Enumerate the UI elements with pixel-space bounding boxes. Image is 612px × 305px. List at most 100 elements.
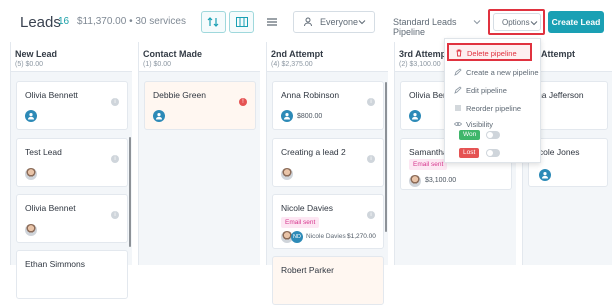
column-summary: (5) $0.00	[15, 61, 44, 68]
menu-label: Reorder pipeline	[466, 104, 522, 113]
pipeline-column-new-lead: New Lead (5) $0.00 Olivia Bennett i Test…	[10, 42, 132, 299]
pipeline-select[interactable]: Standard Leads Pipeline	[386, 11, 482, 37]
create-pipeline-item[interactable]: Create a new pipeline	[445, 63, 542, 81]
pipeline-column-2nd-attempt: 2nd Attempt (4) $2,375.00 Anna Robinson …	[266, 42, 388, 305]
page-title: Leads	[20, 14, 61, 31]
pipeline-select-value: Standard Leads Pipeline	[393, 17, 457, 37]
alert-icon[interactable]: !	[239, 98, 247, 106]
lead-name: Test Lead	[25, 147, 62, 157]
pencil-icon	[454, 68, 462, 76]
column-header: Contact Made (1) $0.00	[139, 42, 260, 72]
won-badge: Won	[459, 130, 481, 140]
status-badge: Email sent	[409, 159, 448, 170]
lead-name: Olivia Bennett	[25, 90, 78, 100]
column-summary: (4) $2,375.00	[271, 61, 313, 68]
user-avatar	[409, 110, 421, 122]
lead-card[interactable]: Anna Robinson i $800.00	[272, 81, 384, 130]
person-icon	[412, 113, 418, 120]
lead-card[interactable]: Test Lead i	[16, 138, 128, 187]
eye-icon	[454, 121, 462, 127]
lead-name: Debbie Green	[153, 90, 206, 100]
person-icon	[156, 113, 162, 120]
lead-name: Nicole Davies	[281, 203, 333, 213]
info-icon[interactable]: i	[111, 211, 119, 219]
lead-value: $800.00	[297, 113, 323, 120]
info-icon[interactable]: i	[367, 211, 375, 219]
trash-icon	[456, 49, 462, 57]
column-scrollbar[interactable]	[385, 82, 387, 232]
owner-initials-avatar: ND	[291, 231, 303, 243]
chevron-down-icon	[530, 21, 538, 26]
options-highlight: Options	[488, 9, 545, 35]
chevron-down-icon	[358, 20, 366, 25]
lead-owner: Nicole Davies	[306, 233, 346, 240]
info-icon[interactable]: i	[367, 98, 375, 106]
lead-value: $1,270.00	[347, 233, 376, 240]
owner-filter-select[interactable]: Everyone	[293, 11, 375, 33]
user-avatar	[539, 169, 551, 181]
avatar	[409, 175, 421, 187]
column-header: New Lead (5) $0.00	[11, 42, 132, 72]
delete-pipeline-item[interactable]: Delete pipeline	[447, 43, 532, 61]
column-title: New Lead	[15, 49, 58, 59]
board-view-button[interactable]	[229, 11, 254, 33]
avatar	[25, 168, 37, 180]
person-icon	[284, 113, 290, 120]
lead-name: Creating a lead 2	[281, 147, 346, 157]
lead-name: Anna Robinson	[281, 90, 340, 100]
reorder-icon	[455, 105, 461, 111]
lost-badge: Lost	[459, 148, 480, 158]
list-icon	[267, 18, 277, 26]
chevron-down-icon	[473, 20, 481, 25]
lead-card[interactable]: Debbie Green !	[144, 81, 256, 130]
column-title: 2nd Attempt	[271, 49, 324, 59]
user-avatar	[25, 110, 37, 122]
lost-toggle[interactable]	[486, 149, 500, 157]
options-menu: Delete pipeline Create a new pipeline Ed…	[444, 38, 541, 163]
menu-label: Visibility	[466, 120, 493, 129]
lead-name: Ethan Simmons	[25, 259, 85, 269]
menu-label: Edit pipeline	[466, 86, 507, 95]
column-title: Contact Made	[143, 49, 203, 59]
lead-card[interactable]: Creating a lead 2 i	[272, 138, 384, 187]
lead-card[interactable]: Robert Parker	[272, 256, 384, 305]
lead-name: Robert Parker	[281, 265, 334, 275]
avatar	[281, 168, 293, 180]
info-icon[interactable]: i	[111, 155, 119, 163]
column-scrollbar[interactable]	[129, 137, 131, 247]
create-lead-button[interactable]: Create Lead	[548, 11, 604, 33]
kanban-icon	[236, 17, 248, 27]
lead-count: 16	[58, 16, 70, 27]
column-title: 3rd Attempt	[399, 49, 450, 59]
lead-card[interactable]: Olivia Bennet i	[16, 194, 128, 243]
owner-filter-value: Everyone	[320, 17, 359, 27]
sort-button[interactable]	[201, 11, 226, 33]
lead-card[interactable]: Nicole Davies Email sent i ND Nicole Dav…	[272, 194, 384, 249]
won-toggle[interactable]	[486, 131, 500, 139]
lead-name: Olivia Bennet	[25, 203, 76, 213]
avatar	[25, 224, 37, 236]
lead-name: icole Jones	[537, 147, 580, 157]
user-avatar	[281, 110, 293, 122]
options-button[interactable]: Options	[493, 13, 541, 31]
lead-name: na Jefferson	[537, 90, 584, 100]
person-icon	[542, 172, 548, 179]
edit-pipeline-item[interactable]: Edit pipeline	[445, 81, 542, 99]
user-avatar	[153, 110, 165, 122]
leads-summary: $11,370.00 • 30 services	[77, 16, 186, 27]
lead-card[interactable]: Olivia Bennett i	[16, 81, 128, 130]
info-icon[interactable]: i	[111, 98, 119, 106]
top-bar: Leads 16 $11,370.00 • 30 services Everyo…	[0, 0, 612, 42]
menu-label: Create a new pipeline	[466, 68, 539, 77]
options-label: Options	[502, 18, 530, 27]
person-icon	[304, 17, 312, 27]
info-icon[interactable]: i	[367, 155, 375, 163]
column-summary: (1) $0.00	[143, 61, 172, 68]
sort-icon	[207, 17, 219, 27]
menu-label: Delete pipeline	[467, 49, 517, 58]
status-badge: Email sent	[281, 217, 320, 228]
lead-card[interactable]: Ethan Simmons	[16, 250, 128, 299]
pencil-icon	[454, 86, 462, 94]
column-summary: (2) $3,100.00	[399, 61, 441, 68]
list-view-button[interactable]	[259, 11, 284, 33]
